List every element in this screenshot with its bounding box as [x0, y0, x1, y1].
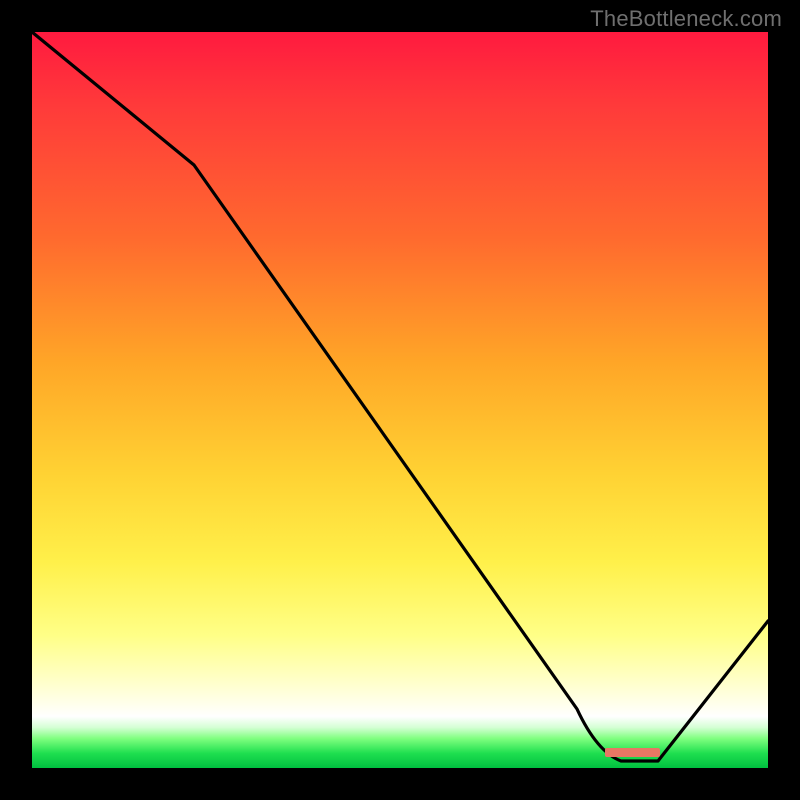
watermark-text: TheBottleneck.com — [590, 6, 782, 32]
chart-frame: TheBottleneck.com — [0, 0, 800, 800]
gradient-plot-area — [32, 32, 768, 768]
optimum-range-marker — [605, 748, 660, 757]
